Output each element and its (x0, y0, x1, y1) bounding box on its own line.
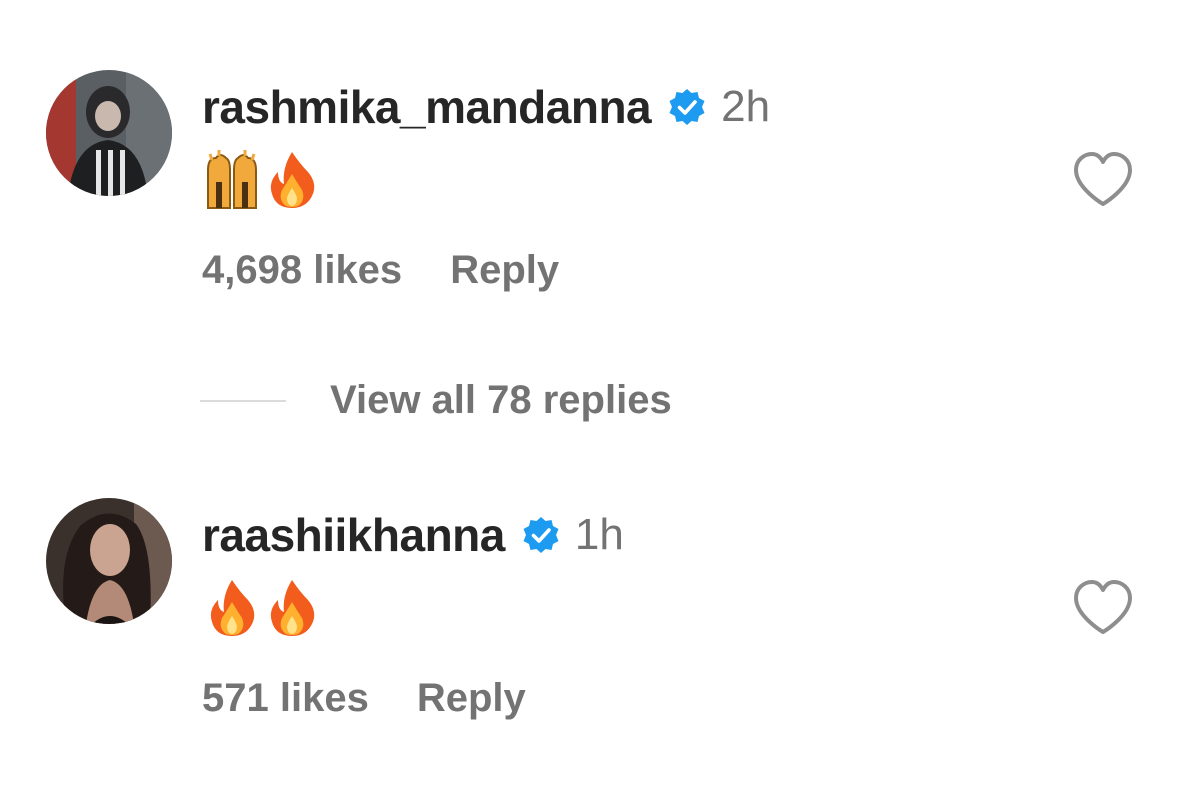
avatar[interactable] (46, 70, 172, 196)
reply-button[interactable]: Reply (417, 676, 526, 721)
timestamp: 1h (574, 510, 624, 559)
view-replies-button[interactable]: View all 78 replies (200, 378, 672, 423)
avatar[interactable] (46, 498, 172, 624)
timestamp: 2h (721, 82, 771, 131)
heart-outline-icon[interactable] (1072, 578, 1134, 636)
comment-header: raashiikhanna 1h (202, 508, 624, 562)
heart-outline-icon[interactable] (1072, 150, 1134, 208)
username[interactable]: rashmika_mandanna (202, 80, 652, 134)
verified-badge-icon (669, 89, 705, 125)
comment-text (204, 150, 320, 210)
fire-emoji-icon (270, 580, 315, 636)
likes-count[interactable]: 4,698 likes (202, 248, 402, 293)
reply-button[interactable]: Reply (450, 248, 559, 293)
divider (200, 399, 286, 402)
likes-count[interactable]: 571 likes (202, 676, 369, 721)
view-replies-label: View all 78 replies (330, 378, 672, 422)
comment-header: rashmika_mandanna 2h (202, 80, 770, 134)
fire-emoji-icon (210, 580, 255, 636)
comment-actions: 4,698 likes Reply (202, 248, 559, 293)
fire-emoji-icon (270, 152, 315, 208)
comment-actions: 571 likes Reply (202, 676, 526, 721)
verified-badge-icon (523, 517, 559, 553)
raised-hands-emoji-icon (207, 150, 257, 209)
username[interactable]: raashiikhanna (202, 508, 505, 562)
comment-text (204, 578, 320, 638)
